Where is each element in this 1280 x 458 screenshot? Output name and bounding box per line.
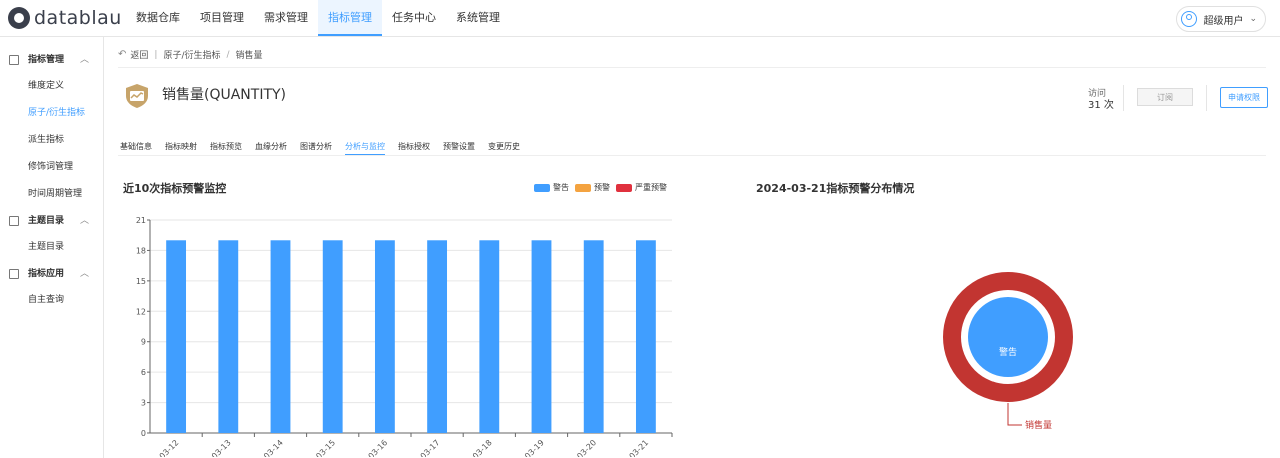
logo-icon <box>8 7 30 29</box>
chevron-up-icon: ︿ <box>79 269 89 279</box>
x-tick-label: 2024-03-14 <box>246 438 285 457</box>
tab-graph[interactable]: 图谱分析 <box>300 140 332 154</box>
divider <box>118 67 1266 68</box>
tab-lineage[interactable]: 血缘分析 <box>255 140 287 154</box>
bar <box>635 240 656 433</box>
sidebar-item-time-period[interactable]: 时间周期管理 <box>0 181 103 208</box>
divider <box>118 155 1266 156</box>
visits-count: 31 次 <box>1088 100 1114 111</box>
y-tick-label: 21 <box>136 216 146 225</box>
y-tick-label: 15 <box>136 277 146 286</box>
pie-chart: 警告销售量 <box>943 272 1073 431</box>
tab-mapping[interactable]: 指标映射 <box>165 140 197 154</box>
divider <box>1123 85 1124 111</box>
sidebar-item-catalog[interactable]: 主题目录 <box>0 234 103 261</box>
x-tick-label: 2024-03-17 <box>402 438 441 457</box>
x-tick-label: 2024-03-21 <box>611 438 650 457</box>
bar <box>479 240 500 433</box>
topnav-item-project[interactable]: 项目管理 <box>190 0 254 36</box>
tab-analysis-monitor[interactable]: 分析与监控 <box>345 140 385 155</box>
pie-chart-title: 2024-03-21指标预警分布情况 <box>756 182 915 195</box>
tab-basic-info[interactable]: 基础信息 <box>120 140 152 154</box>
user-name: 超级用户 <box>1203 15 1244 27</box>
tab-alert-settings[interactable]: 预警设置 <box>443 140 475 154</box>
bar <box>583 240 604 433</box>
visits-label: 访问 <box>1088 89 1107 99</box>
x-tick-label: 2024-03-16 <box>350 438 389 457</box>
sidebar-group-index-manage[interactable]: 指标管理 ︿ <box>0 47 103 73</box>
subscribe-button[interactable]: 订阅 <box>1137 88 1193 106</box>
sidebar-group-label: 指标应用 <box>28 269 65 279</box>
x-tick-label: 2024-03-15 <box>298 438 337 457</box>
x-tick-label: 2024-03-12 <box>141 438 180 457</box>
metric-badge-icon <box>126 84 148 108</box>
main-content: ↶ 返回 | 原子/衍生指标 / 销售量 销售量(QUANTITY) 访问 31… <box>104 37 1280 458</box>
bar <box>166 240 187 433</box>
chevron-up-icon: ︿ <box>79 216 89 226</box>
breadcrumb: ↶ 返回 | 原子/衍生指标 / 销售量 <box>118 48 263 61</box>
bar <box>531 240 552 433</box>
user-menu[interactable]: 超级用户 ⌄ <box>1176 6 1266 32</box>
sidebar-item-self-query[interactable]: 自主查询 <box>0 287 103 314</box>
divider <box>1206 85 1207 111</box>
breadcrumb-item[interactable]: 原子/衍生指标 <box>163 48 220 61</box>
topnav-item-tasks[interactable]: 任务中心 <box>382 0 446 36</box>
chevron-down-icon: ⌄ <box>1249 14 1257 24</box>
visit-stats: 访问 31 次 <box>1088 88 1114 112</box>
tab-bar: 基础信息 指标映射 指标预览 血缘分析 图谱分析 分析与监控 指标授权 预警设置… <box>120 140 533 155</box>
catalog-icon <box>9 216 19 226</box>
breadcrumb-divider: | <box>154 49 158 60</box>
chevron-up-icon: ︿ <box>79 55 89 65</box>
bar <box>374 240 395 433</box>
sidebar: 指标管理 ︿ 维度定义 原子/衍生指标 派生指标 修饰词管理 时间周期管理 主题… <box>0 37 104 458</box>
x-tick-label: 2024-03-20 <box>559 438 598 457</box>
y-tick-label: 9 <box>141 338 146 347</box>
tab-authorization[interactable]: 指标授权 <box>398 140 430 154</box>
bar-chart: 0 3 6 9 12 15 18 21 2024-03-12 2024-03-13 2024-03-… <box>136 216 673 457</box>
y-tick-label: 18 <box>136 246 146 255</box>
y-tick-label: 6 <box>141 368 146 377</box>
logo[interactable]: datablau <box>8 6 122 30</box>
sidebar-item-modifier[interactable]: 修饰词管理 <box>0 154 103 181</box>
top-bar: datablau 数据仓库 项目管理 需求管理 指标管理 任务中心 系统管理 超… <box>0 0 1280 37</box>
avatar-icon <box>1181 11 1198 27</box>
breadcrumb-current: 销售量 <box>235 51 263 61</box>
inner-slice <box>968 297 1048 377</box>
sidebar-item-atomic-derived[interactable]: 原子/衍生指标 <box>0 100 103 127</box>
topnav-item-metrics[interactable]: 指标管理 <box>318 0 382 36</box>
sidebar-item-dimension[interactable]: 维度定义 <box>0 73 103 100</box>
sidebar-group-catalog[interactable]: 主题目录 ︿ <box>0 208 103 234</box>
topnav-item-system[interactable]: 系统管理 <box>446 0 510 36</box>
x-tick-label: 2024-03-13 <box>193 438 232 457</box>
sidebar-group-label: 指标管理 <box>28 55 65 65</box>
outer-ring-label: 销售量 <box>1025 419 1052 431</box>
back-icon[interactable]: ↶ <box>118 49 126 60</box>
topnav-item-warehouse[interactable]: 数据仓库 <box>126 0 190 36</box>
y-tick-label: 12 <box>136 307 146 316</box>
bar <box>270 240 291 433</box>
label-leader-line <box>1007 403 1022 426</box>
inner-slice-label: 警告 <box>999 346 1017 358</box>
sidebar-group-label: 主题目录 <box>28 216 65 226</box>
index-manage-icon <box>9 55 19 65</box>
topnav-item-requirement[interactable]: 需求管理 <box>254 0 318 36</box>
apply-permission-button[interactable]: 申请权限 <box>1220 87 1268 108</box>
bar <box>218 240 239 433</box>
logo-text: datablau <box>34 7 122 29</box>
bar <box>427 240 448 433</box>
sidebar-item-derived[interactable]: 派生指标 <box>0 127 103 154</box>
back-link[interactable]: 返回 <box>130 48 148 61</box>
tab-change-history[interactable]: 变更历史 <box>488 140 520 154</box>
x-tick-label: 2024-03-18 <box>454 438 493 457</box>
bar <box>322 240 343 433</box>
tab-preview[interactable]: 指标预览 <box>210 140 242 154</box>
y-tick-label: 3 <box>141 399 146 408</box>
top-nav: 数据仓库 项目管理 需求管理 指标管理 任务中心 系统管理 <box>126 0 510 36</box>
application-icon <box>9 269 19 279</box>
sidebar-group-application[interactable]: 指标应用 ︿ <box>0 261 103 287</box>
page-title: 销售量(QUANTITY) <box>162 87 287 103</box>
x-tick-label: 2024-03-19 <box>507 438 546 457</box>
y-tick-label: 0 <box>141 429 146 438</box>
breadcrumb-separator: / <box>226 49 230 60</box>
